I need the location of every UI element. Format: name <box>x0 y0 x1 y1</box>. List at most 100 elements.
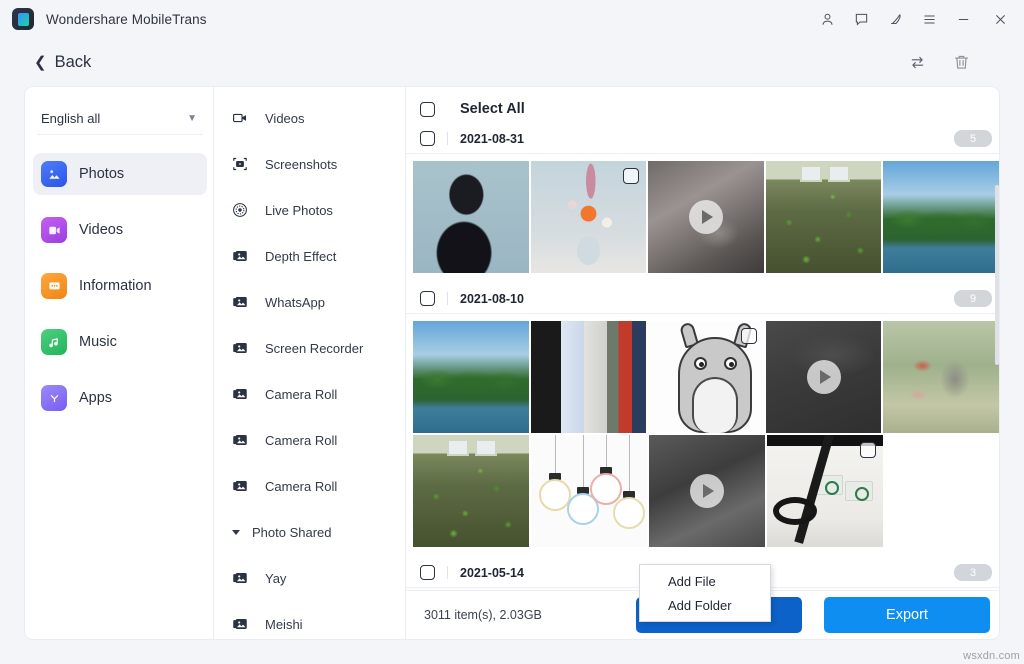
back-label: Back <box>55 53 92 72</box>
album-item-screenshots[interactable]: Screenshots <box>214 141 405 187</box>
sidebar-item-information[interactable]: Information <box>33 265 207 307</box>
close-icon[interactable] <box>980 0 1020 38</box>
album-label: Screen Recorder <box>265 341 363 356</box>
album-item-depth-effect[interactable]: Depth Effect <box>214 233 405 279</box>
menu-item-add-folder[interactable]: Add Folder <box>640 593 770 617</box>
date-group-checkbox[interactable] <box>420 565 435 580</box>
select-all-row[interactable]: Select All <box>406 94 1000 124</box>
videos-icon <box>41 217 67 243</box>
photo-thumbnail[interactable] <box>766 161 882 273</box>
date-group-count: 3 <box>954 564 992 581</box>
watermark: wsxdn.com <box>963 650 1020 662</box>
select-all-checkbox[interactable] <box>420 102 435 117</box>
live-photo-icon <box>232 202 252 218</box>
album-label: Yay <box>265 571 286 586</box>
item-count-label: 3011 item(s), 2.03GB <box>424 608 542 622</box>
menu-icon[interactable] <box>912 0 946 38</box>
photo-thumbnail[interactable] <box>531 161 647 273</box>
video-thumbnail[interactable] <box>649 435 765 547</box>
album-item-videos[interactable]: Videos <box>214 95 405 141</box>
application-window: Wondershare MobileTrans <box>0 0 1024 664</box>
photo-stack-icon <box>232 432 252 448</box>
album-item-meishi[interactable]: Meishi <box>214 601 405 640</box>
album-item-camera-roll-3[interactable]: Camera Roll <box>214 463 405 509</box>
album-label: WhatsApp <box>265 295 325 310</box>
photo-stack-icon <box>232 248 252 264</box>
transfer-swap-icon[interactable] <box>906 51 928 73</box>
album-group-label: Photo Shared <box>252 525 332 540</box>
sidebar-item-photos[interactable]: Photos <box>33 153 207 195</box>
photo-stack-icon <box>232 294 252 310</box>
date-group-count: 5 <box>954 130 992 147</box>
thumbnail-checkbox[interactable] <box>741 328 757 344</box>
sidebar-item-label: Information <box>79 278 152 294</box>
photo-stack-icon <box>232 478 252 494</box>
photo-stack-icon <box>232 616 252 632</box>
photo-thumbnail[interactable] <box>413 435 529 547</box>
menu-item-add-file[interactable]: Add File <box>640 569 770 593</box>
account-icon[interactable] <box>810 0 844 38</box>
thumbnail-checkbox[interactable] <box>623 168 639 184</box>
minimize-icon[interactable] <box>946 0 980 38</box>
main-panel: Videos Screenshots Live Photos Depth Eff… <box>214 86 1000 640</box>
sub-header: ❮ Back <box>0 38 1024 86</box>
photo-thumbnail[interactable] <box>531 321 647 433</box>
vertical-scrollbar[interactable] <box>995 185 999 365</box>
album-item-camera-roll-1[interactable]: Camera Roll <box>214 371 405 417</box>
play-icon <box>807 360 841 394</box>
date-group-checkbox[interactable] <box>420 291 435 306</box>
album-label: Camera Roll <box>265 479 337 494</box>
album-label: Live Photos <box>265 203 333 218</box>
sidebar-item-apps[interactable]: Apps <box>33 377 207 419</box>
album-label: Videos <box>265 111 305 126</box>
date-group-header[interactable]: 2021-08-31 5 <box>406 124 1000 154</box>
photos-icon <box>41 161 67 187</box>
back-button[interactable]: ❮ Back <box>34 53 91 72</box>
photo-stack-icon <box>232 340 252 356</box>
feedback-icon[interactable] <box>844 0 878 38</box>
album-item-yay[interactable]: Yay <box>214 555 405 601</box>
triangle-down-icon <box>232 530 240 535</box>
album-group-photo-shared[interactable]: Photo Shared <box>214 509 405 555</box>
thumbnail-checkbox[interactable] <box>860 442 876 458</box>
photo-thumbnail[interactable] <box>413 321 529 433</box>
sidebar-item-videos[interactable]: Videos <box>33 209 207 251</box>
trash-icon[interactable] <box>950 51 972 73</box>
photo-thumbnail[interactable] <box>413 161 529 273</box>
album-label: Camera Roll <box>265 387 337 402</box>
photo-thumbnail[interactable] <box>767 435 883 547</box>
edit-pen-icon[interactable] <box>878 0 912 38</box>
video-thumbnail[interactable] <box>648 161 764 273</box>
export-button[interactable]: Export <box>824 597 990 633</box>
album-label: Screenshots <box>265 157 337 172</box>
photo-thumbnail[interactable] <box>883 161 999 273</box>
sidebar-nav: Photos Videos Information Music <box>33 153 207 433</box>
thumbnail-row <box>406 154 1000 273</box>
album-item-live-photos[interactable]: Live Photos <box>214 187 405 233</box>
album-list: Videos Screenshots Live Photos Depth Eff… <box>214 87 406 640</box>
music-icon <box>41 329 67 355</box>
date-group-label: 2021-08-31 <box>460 132 524 146</box>
photo-thumbnail[interactable] <box>648 321 764 433</box>
album-label: Depth Effect <box>265 249 336 264</box>
album-item-camera-roll-2[interactable]: Camera Roll <box>214 417 405 463</box>
album-item-whatsapp[interactable]: WhatsApp <box>214 279 405 325</box>
photo-stack-icon <box>232 570 252 586</box>
video-thumbnail[interactable] <box>766 321 882 433</box>
photo-grid-panel: Select All 2021-08-31 5 <box>406 87 1000 640</box>
album-label: Meishi <box>265 617 303 632</box>
app-logo-icon <box>12 8 34 30</box>
photo-thumbnail[interactable] <box>531 435 647 547</box>
date-group-header[interactable]: 2021-08-10 9 <box>406 284 1000 314</box>
photo-thumbnail[interactable] <box>883 321 999 433</box>
app-title: Wondershare MobileTrans <box>46 12 207 27</box>
play-icon <box>689 200 723 234</box>
chevron-left-icon: ❮ <box>34 55 47 70</box>
photo-scroll-area[interactable]: Select All 2021-08-31 5 <box>406 87 1000 592</box>
sidebar-item-music[interactable]: Music <box>33 321 207 363</box>
video-camera-icon <box>232 110 252 126</box>
language-select[interactable]: English all ▼ <box>37 103 203 135</box>
date-group-checkbox[interactable] <box>420 131 435 146</box>
date-group-label: 2021-05-14 <box>460 566 524 580</box>
album-item-screen-recorder[interactable]: Screen Recorder <box>214 325 405 371</box>
